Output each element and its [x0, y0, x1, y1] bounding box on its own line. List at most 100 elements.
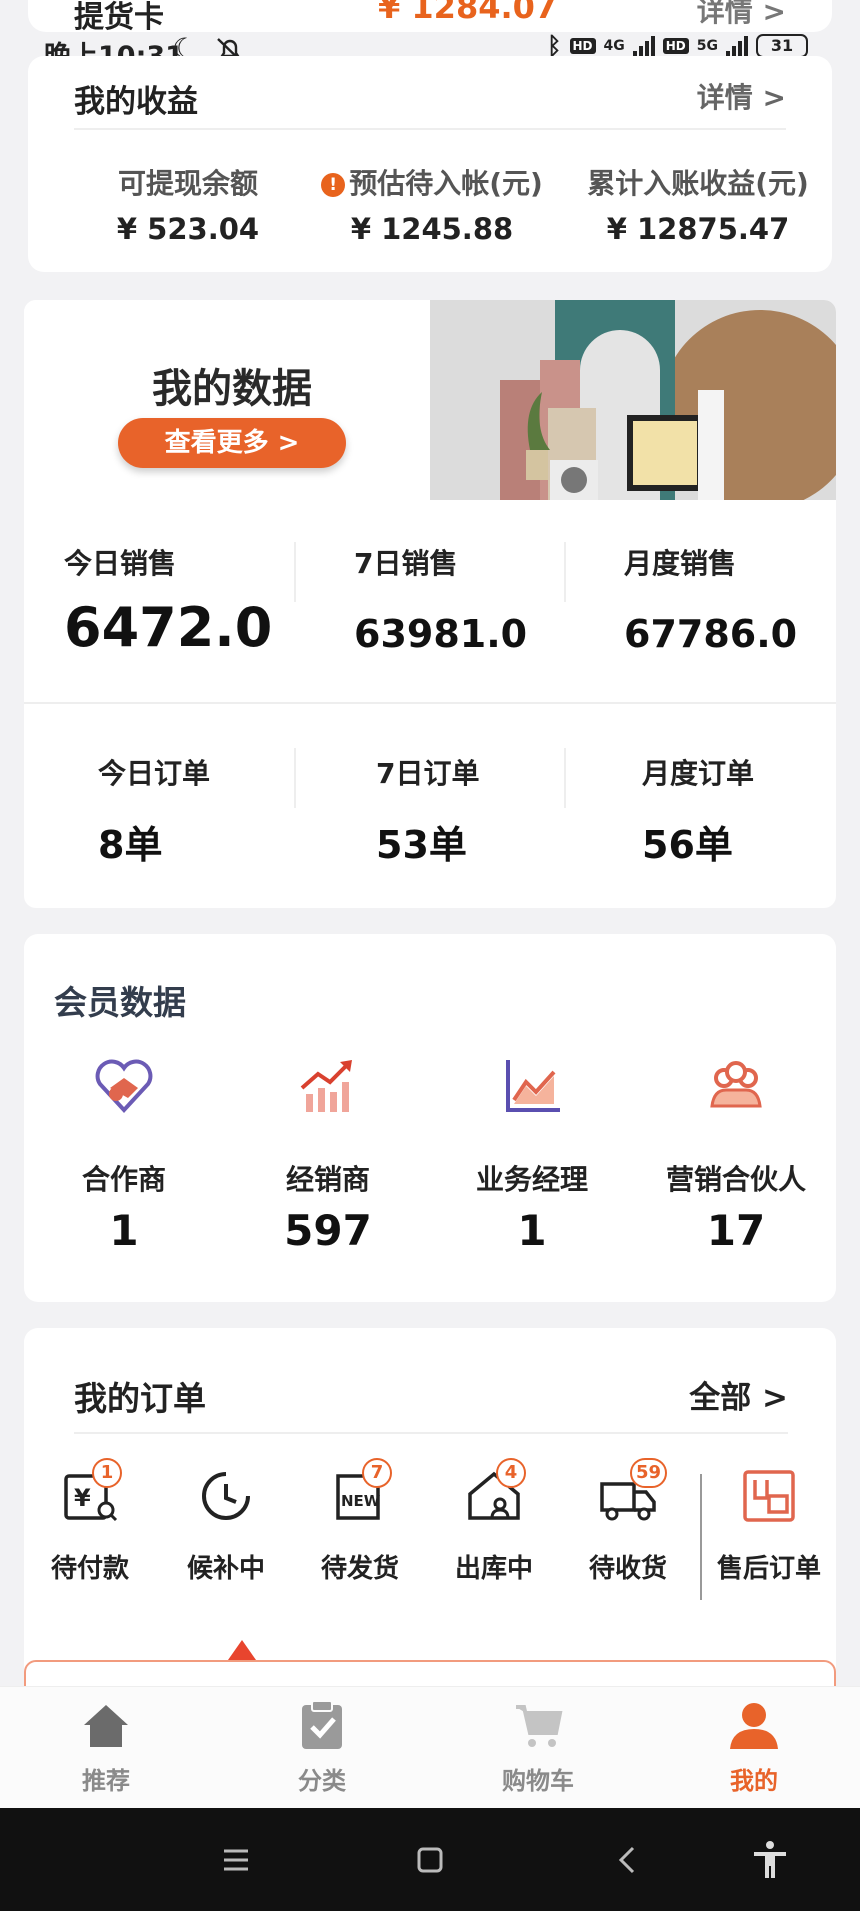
view-more-button[interactable]: 查看更多 >: [118, 418, 346, 468]
nav-item-cart[interactable]: 购物车: [468, 1699, 608, 1796]
home-square-icon[interactable]: [408, 1838, 452, 1882]
earnings-label: 可提现余额: [117, 167, 258, 200]
member-value: 1: [517, 1206, 547, 1255]
divider: [294, 748, 296, 808]
growth-chart-icon: [300, 1060, 352, 1112]
nav-label: 推荐: [82, 1767, 130, 1795]
system-navigation-bar: [0, 1808, 860, 1911]
sales-value: 67786.0: [624, 612, 798, 656]
divider: [294, 542, 296, 602]
divider: [564, 542, 566, 602]
orders-label: 今日订单: [98, 757, 211, 790]
member-label: 业务经理: [475, 1163, 588, 1196]
my-orders-card: 我的订单 全部 > ¥ 1 待付款 候补中 NEW 7 待发货 4 出库中 59…: [24, 1328, 836, 1740]
banner-title: 我的数据: [152, 366, 312, 412]
order-count-badge: 59: [630, 1458, 668, 1488]
my-data-banner[interactable]: 我的数据 查看更多 >: [24, 300, 836, 502]
orders-label: 7日订单: [376, 757, 480, 790]
member-label: 合作商: [81, 1163, 166, 1196]
pickup-card-peek[interactable]: 提货卡 ¥ 1284.07 详情 >: [28, 0, 832, 35]
orders-7day[interactable]: 7日订单 53单: [376, 752, 479, 869]
order-status-after-sales[interactable]: 售后订单: [704, 1466, 834, 1585]
order-status-label: 待付款: [50, 1554, 129, 1584]
order-status-label: 出库中: [454, 1554, 533, 1584]
back-icon[interactable]: [606, 1838, 650, 1882]
earnings-value: ¥ 12875.47: [606, 212, 790, 246]
member-item-partner[interactable]: 合作商 1: [24, 1054, 224, 1255]
accessibility-icon[interactable]: [748, 1838, 792, 1882]
order-status-label: 待发货: [320, 1554, 399, 1584]
member-data-title: 会员数据: [54, 983, 186, 1022]
order-count-badge: 7: [362, 1458, 392, 1488]
sales-month[interactable]: 月度销售 67786.0: [624, 542, 797, 656]
info-icon[interactable]: !: [321, 173, 346, 197]
order-status-label: 候补中: [186, 1554, 265, 1584]
sales-label: 月度销售: [624, 547, 737, 580]
nav-item-category[interactable]: 分类: [252, 1699, 392, 1796]
order-status-outbound[interactable]: 4 出库中: [434, 1458, 554, 1585]
orders-label: 月度订单: [642, 757, 755, 790]
divider: [564, 748, 566, 808]
cart-icon: [516, 1705, 563, 1747]
earnings-value: ¥ 1245.88: [350, 212, 514, 246]
orders-value: 8单: [98, 823, 163, 867]
orders-value: 53单: [376, 823, 467, 867]
home-icon: [84, 1705, 128, 1747]
sales-value: 63981.0: [354, 612, 528, 656]
orders-month[interactable]: 月度订单 56单: [642, 752, 754, 869]
pointer-triangle: [228, 1640, 256, 1660]
earnings-item-withdrawable: 可提现余额 ¥ 523.04: [78, 162, 298, 246]
earnings-item-pending: ! 预估待入帐(元) ¥ 1245.88: [304, 162, 560, 246]
pickup-card-detail-link[interactable]: 详情 >: [697, 0, 786, 30]
member-label: 经销商: [285, 1163, 370, 1196]
order-status-waitlist[interactable]: 候补中: [166, 1466, 286, 1585]
member-item-manager[interactable]: 业务经理 1: [432, 1054, 632, 1255]
nav-label: 我的: [730, 1767, 778, 1795]
sales-today[interactable]: 今日销售 6472.0: [64, 542, 272, 659]
pickup-card-amount: ¥ 1284.07: [378, 0, 558, 26]
hd-badge: HD: [569, 38, 596, 54]
nav-label: 分类: [298, 1767, 346, 1795]
earnings-title: 我的收益: [74, 84, 198, 120]
network-type-1: 4G: [603, 38, 625, 54]
sales-value: 6472.0: [64, 596, 273, 659]
nav-label: 购物车: [502, 1767, 574, 1795]
sales-label: 今日销售: [64, 547, 177, 580]
nav-item-mine[interactable]: 我的: [684, 1699, 824, 1796]
line-chart-icon: [506, 1060, 560, 1112]
member-label: 营销合伙人: [665, 1163, 806, 1196]
handshake-heart-icon: [95, 1059, 153, 1113]
order-status-label: 售后订单: [716, 1554, 821, 1584]
divider: [74, 1432, 788, 1434]
my-orders-title: 我的订单: [74, 1379, 206, 1418]
orders-today[interactable]: 今日订单 8单: [98, 752, 210, 869]
divider: [74, 128, 786, 130]
earnings-detail-link[interactable]: 详情 >: [697, 76, 786, 116]
member-item-marketing-partner[interactable]: 营销合伙人 17: [636, 1054, 836, 1255]
team-icon: [710, 1061, 762, 1108]
sales-row: 今日销售 6472.0 7日销售 63981.0 月度销售 67786.0: [24, 502, 836, 672]
bottom-navigation: 推荐 分类 购物车 我的: [0, 1686, 860, 1808]
order-status-pending-payment[interactable]: ¥ 1 待付款: [30, 1458, 150, 1585]
order-status-awaiting-shipment[interactable]: NEW 7 待发货: [300, 1458, 420, 1585]
nav-item-recommend[interactable]: 推荐: [36, 1699, 176, 1796]
sales-label: 7日销售: [354, 547, 458, 580]
order-status-awaiting-receipt[interactable]: 59 待收货: [568, 1458, 688, 1585]
earnings-item-total: 累计入账收益(元) ¥ 12875.47: [576, 162, 820, 246]
clock-icon: [202, 1472, 250, 1520]
order-count-badge: 1: [92, 1458, 122, 1488]
earnings-label: 预估待入帐(元): [349, 167, 543, 200]
member-value: 1: [109, 1206, 139, 1255]
orders-value: 56单: [642, 823, 733, 867]
member-value: 597: [284, 1206, 372, 1255]
all-orders-link[interactable]: 全部 >: [689, 1372, 788, 1417]
order-status-label: 待收货: [588, 1554, 667, 1584]
menu-icon[interactable]: [214, 1838, 258, 1882]
member-item-dealer[interactable]: 经销商 597: [228, 1054, 428, 1255]
sales-7day[interactable]: 7日销售 63981.0: [354, 542, 527, 656]
member-value: 17: [706, 1206, 766, 1255]
battery-icon: 31: [756, 34, 808, 58]
orders-stats-row: 今日订单 8单 7日订单 53单 月度订单 56单: [24, 704, 836, 904]
after-sales-icon: [743, 1470, 795, 1522]
appliances-banner-image: [430, 300, 836, 500]
